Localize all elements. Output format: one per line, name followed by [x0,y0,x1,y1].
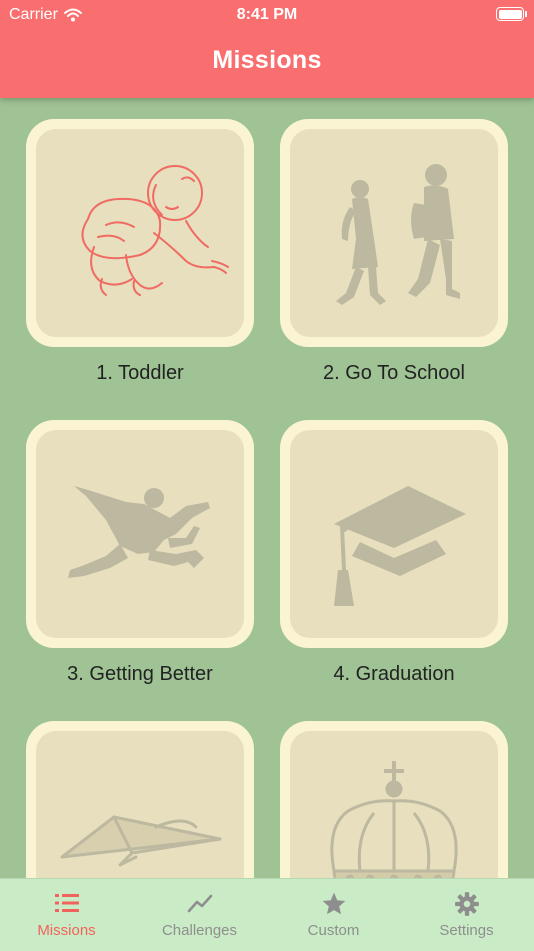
mission-label-getting-better: 3. Getting Better [67,663,213,685]
list-icon [54,894,79,912]
gear-icon [454,892,479,916]
status-bar: Carrier 8:41 PM [0,4,534,26]
mission-tile-inner [290,731,498,878]
tab-custom[interactable]: Custom [267,879,400,951]
mission-tile-inner [36,430,244,638]
trend-line-icon [187,894,212,913]
mission-tile-inner [36,129,244,337]
mission-tile-6[interactable] [280,721,508,878]
mission-tile-inner [36,731,244,878]
mission-tile-toddler[interactable] [26,119,254,347]
mission-tile-5[interactable] [26,721,254,878]
star-icon [322,892,345,915]
jumping-man-icon [68,486,210,578]
mission-label-toddler: 1. Toddler [96,362,184,384]
mission-tile-graduation[interactable] [280,420,508,648]
paper-plane-icon [60,815,222,867]
tab-label: Missions [37,922,96,939]
mission-label-graduation: 4. Graduation [333,663,455,685]
battery-icon [496,7,527,21]
school-kids-icon [336,164,460,305]
tab-label: Custom [307,922,360,939]
tab-settings[interactable]: Settings [400,879,533,951]
tab-missions[interactable]: Missions [0,879,133,951]
mission-tile-inner [290,129,498,337]
missions-grid: 1. Toddler 2. Go To School 3. Getting Be… [0,98,534,878]
crawling-baby-icon [81,165,229,296]
tab-challenges[interactable]: Challenges [133,879,266,951]
graduation-cap-icon [334,486,466,606]
mission-label-go-to-school: 2. Go To School [323,362,465,384]
nav-header: Carrier 8:41 PM Missions [0,0,534,98]
tab-label: Settings [439,922,494,939]
status-time: 8:41 PM [236,6,298,23]
tab-bar: Missions Challenges Custom Settings [0,878,534,951]
mission-tile-go-to-school[interactable] [280,119,508,347]
crown-icon [330,761,458,878]
mission-tile-getting-better[interactable] [26,420,254,648]
mission-tile-inner [290,430,498,638]
tab-label: Challenges [161,922,238,939]
page-title: Missions [212,46,322,74]
